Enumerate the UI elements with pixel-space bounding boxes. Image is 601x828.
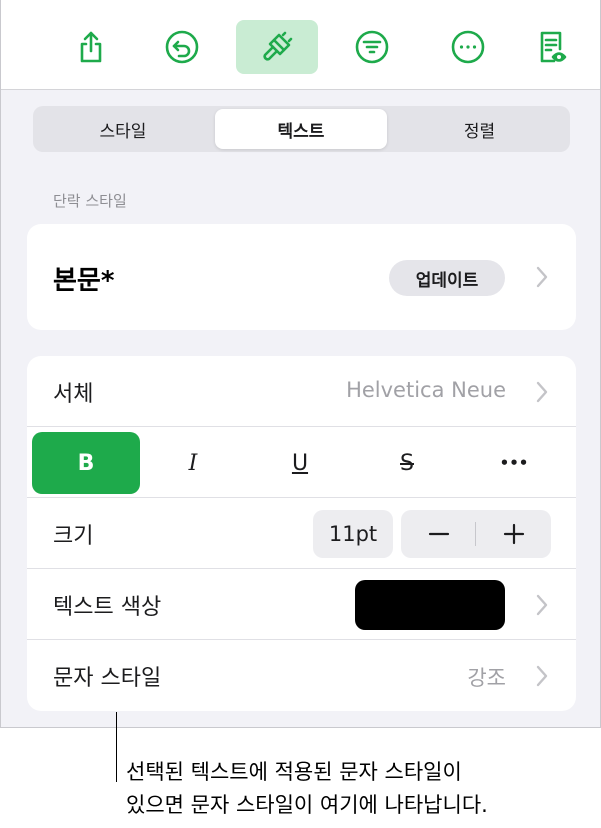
paragraph-style-name: 본문*	[53, 266, 115, 296]
chevron-right-icon	[535, 664, 549, 688]
character-style-value: 강조	[467, 666, 506, 690]
reader-view-button[interactable]	[511, 20, 593, 74]
minus-icon	[428, 532, 449, 536]
font-size-stepper	[401, 510, 551, 558]
plus-icon	[503, 523, 524, 545]
text-format-card: 서체 Helvetica Neue B I U S ••• 크기 11pt 텍스…	[27, 356, 576, 711]
underline-button[interactable]: U	[246, 432, 354, 494]
font-row[interactable]: 서체 Helvetica Neue	[27, 356, 576, 427]
paragraph-style-section-label: 단락 스타일	[53, 192, 127, 210]
segmented-control: 스타일 텍스트 정렬	[33, 106, 570, 152]
more-icon	[451, 30, 485, 64]
undo-icon	[165, 30, 199, 64]
italic-button[interactable]: I	[139, 432, 247, 494]
undo-button[interactable]	[141, 20, 223, 74]
more-button[interactable]	[427, 20, 509, 74]
character-style-row[interactable]: 문자 스타일 강조	[27, 640, 576, 711]
share-button[interactable]	[50, 20, 132, 74]
organize-button[interactable]	[331, 20, 413, 74]
chevron-right-icon	[535, 380, 549, 404]
strikethrough-button[interactable]: S	[353, 432, 461, 494]
tab-text[interactable]: 텍스트	[215, 109, 387, 149]
paragraph-style-row[interactable]: 본문* 업데이트	[27, 224, 576, 330]
callout-line-2: 있으면 문자 스타일이 여기에 나타납니다.	[126, 793, 488, 817]
callout-text: 선택된 텍스트에 적용된 문자 스타일이 있으면 문자 스타일이 여기에 나타납…	[126, 756, 488, 822]
font-value: Helvetica Neue	[346, 378, 506, 402]
text-color-swatch[interactable]	[355, 580, 505, 630]
chevron-right-icon	[535, 593, 549, 617]
callout-line	[116, 712, 117, 782]
toolbar	[1, 0, 600, 90]
more-text-options-button[interactable]: •••	[460, 432, 568, 494]
bold-button[interactable]: B	[32, 432, 140, 494]
update-button[interactable]: 업데이트	[389, 260, 505, 296]
character-style-label: 문자 스타일	[53, 666, 162, 691]
text-color-label: 텍스트 색상	[53, 595, 162, 620]
format-panel: 스타일 텍스트 정렬 단락 스타일 본문* 업데이트 서체 Helvetica …	[0, 0, 601, 728]
tab-arrange[interactable]: 정렬	[392, 109, 567, 149]
increase-size-button[interactable]	[476, 510, 551, 558]
callout-line-1: 선택된 텍스트에 적용된 문자 스타일이	[126, 760, 462, 784]
size-label: 크기	[53, 524, 94, 549]
text-style-row: B I U S •••	[27, 427, 576, 498]
format-brush-icon	[263, 31, 293, 61]
font-label: 서체	[53, 382, 94, 407]
decrease-size-button[interactable]	[401, 510, 476, 558]
reader-view-icon	[540, 31, 567, 63]
format-button[interactable]	[236, 20, 318, 74]
organize-icon	[355, 30, 389, 64]
tab-style[interactable]: 스타일	[36, 109, 210, 149]
share-icon	[80, 31, 102, 63]
font-size-value[interactable]: 11pt	[313, 510, 393, 558]
chevron-right-icon	[535, 265, 549, 289]
size-row: 크기 11pt	[27, 498, 576, 569]
text-color-row[interactable]: 텍스트 색상	[27, 569, 576, 640]
